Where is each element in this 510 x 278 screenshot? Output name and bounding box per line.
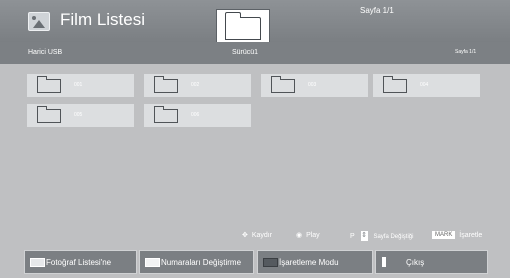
photo-list-button[interactable]: Fotoğraf Listesi'ne bbox=[24, 250, 137, 274]
mark-mode-button[interactable]: İşaretleme Modu bbox=[257, 250, 373, 274]
page-indicator: Sayfa 1/1 bbox=[455, 49, 477, 55]
folder-icon bbox=[383, 76, 407, 93]
play-hint-label: Play bbox=[306, 232, 320, 239]
folder-tile[interactable]: 004 bbox=[373, 74, 480, 97]
ok-circle-icon: ◉ bbox=[296, 232, 303, 239]
mark-hint-label: İşaretle bbox=[459, 231, 483, 239]
action-bar: Fotoğraf Listesi'ne Numaraları Değiştirm… bbox=[0, 247, 510, 278]
photo-list-label: Fotoğraf Listesi'ne bbox=[46, 258, 112, 267]
mark-hint: MARK İşaretle bbox=[432, 231, 482, 239]
photo-icon bbox=[28, 12, 50, 31]
folder-icon bbox=[154, 106, 178, 123]
scroll-hint: ✥ Kaydır bbox=[242, 231, 272, 239]
dpad-icon: ✥ bbox=[242, 232, 248, 239]
key-hints: ✥ Kaydır ◉ Play P ⇕ Sayfa Değiştiği MARK… bbox=[0, 225, 510, 245]
color-key-icon bbox=[145, 258, 160, 267]
color-key-icon bbox=[30, 258, 45, 267]
drive-label: Sürücü1 bbox=[232, 49, 259, 56]
folder-tile[interactable]: 001 bbox=[27, 74, 134, 97]
exit-key-icon bbox=[382, 257, 386, 267]
folder-tile[interactable]: 003 bbox=[261, 74, 368, 97]
folder-name: 001 bbox=[74, 82, 83, 88]
mark-mode-label: İşaretleme Modu bbox=[279, 258, 339, 267]
folder-icon bbox=[37, 76, 61, 93]
exit-button[interactable]: Çıkış bbox=[375, 250, 488, 274]
page-change-hint: P ⇕ Sayfa Değiştiği bbox=[350, 231, 413, 241]
folder-name: 006 bbox=[191, 112, 200, 118]
folder-tile[interactable]: 006 bbox=[144, 104, 251, 127]
color-key-icon bbox=[263, 258, 278, 267]
change-numbers-label: Numaraları Değiştirme bbox=[161, 258, 242, 267]
folder-name: 005 bbox=[74, 112, 83, 118]
p-key-label: P bbox=[350, 232, 355, 240]
page-title: Film Listesi bbox=[60, 10, 146, 29]
header-bar: Film Listesi Sayfa 1/1 bbox=[0, 0, 510, 47]
folder-icon bbox=[154, 76, 178, 93]
mark-key: MARK bbox=[432, 231, 456, 239]
exit-label: Çıkış bbox=[406, 258, 425, 267]
location-bar: Harici USB Sürücü1 Sayfa 1/1 bbox=[0, 42, 510, 64]
page-indicator-top: Sayfa 1/1 bbox=[360, 6, 394, 15]
play-hint: ◉ Play bbox=[296, 231, 320, 239]
folder-name: 003 bbox=[308, 82, 317, 88]
folder-icon bbox=[37, 106, 61, 123]
change-numbers-button[interactable]: Numaraları Değiştirme bbox=[139, 250, 254, 274]
folder-icon bbox=[271, 76, 295, 93]
folder-tile[interactable]: 005 bbox=[27, 104, 134, 127]
scroll-hint-label: Kaydır bbox=[251, 232, 273, 239]
folder-tile[interactable]: 002 bbox=[144, 74, 251, 97]
page-updown-icon: ⇕ bbox=[360, 231, 368, 241]
folder-name: 004 bbox=[420, 82, 429, 88]
photo-icon-mountain bbox=[33, 20, 45, 28]
page-change-label: Sayfa Değiştiği bbox=[373, 233, 414, 240]
folder-icon bbox=[224, 12, 261, 40]
folder-name: 002 bbox=[191, 82, 200, 88]
file-browser-screen: Film Listesi Sayfa 1/1 Harici USB Sürücü… bbox=[0, 0, 510, 278]
device-label: Harici USB bbox=[28, 49, 63, 56]
